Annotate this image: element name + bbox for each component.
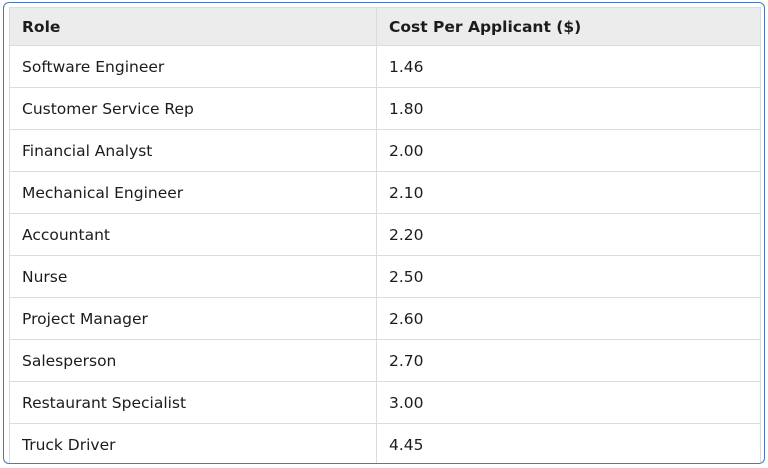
- table-row: Truck Driver 4.45: [9, 423, 761, 463]
- table-row: Software Engineer 1.46: [9, 45, 761, 88]
- cell-role: Software Engineer: [9, 45, 377, 88]
- cell-role: Accountant: [9, 213, 377, 256]
- cell-cost: 2.20: [376, 213, 761, 256]
- cell-cost: 4.45: [376, 423, 761, 463]
- table-row: Project Manager 2.60: [9, 297, 761, 340]
- table-row: Customer Service Rep 1.80: [9, 87, 761, 130]
- cell-role: Truck Driver: [9, 423, 377, 463]
- cell-cost: 3.00: [376, 381, 761, 424]
- column-header-role: Role: [9, 7, 377, 46]
- column-header-cost: Cost Per Applicant ($): [376, 7, 761, 46]
- data-table: Role Cost Per Applicant ($) Software Eng…: [9, 7, 761, 463]
- table-frame: Role Cost Per Applicant ($) Software Eng…: [3, 2, 765, 464]
- table-row: Accountant 2.20: [9, 213, 761, 256]
- cell-role: Salesperson: [9, 339, 377, 382]
- table-row: Mechanical Engineer 2.10: [9, 171, 761, 214]
- cell-cost: 1.46: [376, 45, 761, 88]
- header-row: Role Cost Per Applicant ($): [9, 7, 761, 46]
- cell-role: Customer Service Rep: [9, 87, 377, 130]
- cell-cost: 2.00: [376, 129, 761, 172]
- cell-role: Restaurant Specialist: [9, 381, 377, 424]
- cell-cost: 2.50: [376, 255, 761, 298]
- table-row: Restaurant Specialist 3.00: [9, 381, 761, 424]
- table-row: Nurse 2.50: [9, 255, 761, 298]
- cell-cost: 2.10: [376, 171, 761, 214]
- table-row: Salesperson 2.70: [9, 339, 761, 382]
- cell-role: Mechanical Engineer: [9, 171, 377, 214]
- cell-role: Financial Analyst: [9, 129, 377, 172]
- cell-role: Nurse: [9, 255, 377, 298]
- cell-cost: 2.60: [376, 297, 761, 340]
- cell-role: Project Manager: [9, 297, 377, 340]
- cell-cost: 1.80: [376, 87, 761, 130]
- table-row: Financial Analyst 2.00: [9, 129, 761, 172]
- cell-cost: 2.70: [376, 339, 761, 382]
